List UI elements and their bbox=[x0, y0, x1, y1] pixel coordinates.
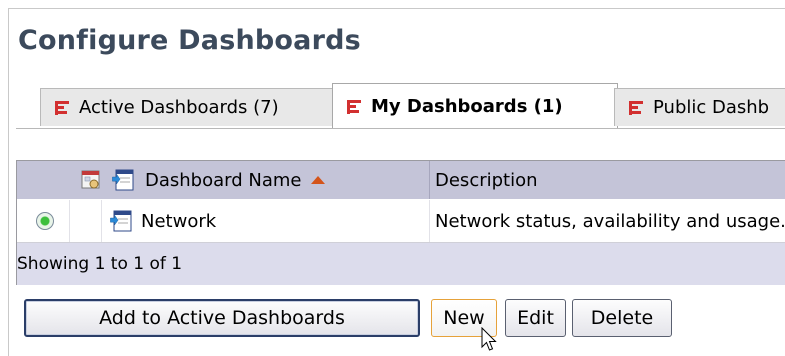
dashboard-tab-icon bbox=[347, 99, 361, 114]
dashboard-column-icon[interactable] bbox=[109, 161, 137, 199]
row-divider bbox=[69, 200, 70, 242]
grid-footer: Showing 1 to 1 of 1 bbox=[17, 243, 785, 285]
sort-ascending-icon bbox=[311, 176, 326, 184]
tab-label: Public Dashb bbox=[653, 97, 770, 118]
dashboard-tab-icon bbox=[55, 100, 69, 115]
tab-active-dashboards[interactable]: Active Dashboards (7) bbox=[40, 88, 340, 126]
tab-my-dashboards[interactable]: My Dashboards (1) bbox=[332, 83, 618, 129]
mouse-cursor-icon bbox=[481, 327, 497, 351]
tab-public-dashboards[interactable]: Public Dashb bbox=[614, 88, 785, 126]
column-label-name: Dashboard Name bbox=[145, 169, 302, 191]
share-column-icon[interactable] bbox=[79, 161, 103, 199]
column-label-description: Description bbox=[435, 169, 538, 191]
row-divider bbox=[429, 200, 430, 242]
tab-label: My Dashboards (1) bbox=[371, 96, 563, 117]
dashboards-grid: Dashboard Name Description Network Netwo… bbox=[16, 160, 785, 285]
header-separator bbox=[429, 161, 430, 199]
tab-baseline bbox=[16, 128, 785, 129]
row-divider bbox=[101, 200, 102, 242]
grid-header: Dashboard Name Description bbox=[17, 161, 785, 199]
delete-button[interactable]: Delete bbox=[572, 299, 672, 337]
edit-button[interactable]: Edit bbox=[505, 299, 566, 337]
tab-bar: Active Dashboards (7) My Dashboards (1) … bbox=[16, 78, 785, 130]
column-header-description[interactable]: Description bbox=[435, 161, 785, 199]
pagination-status: Showing 1 to 1 of 1 bbox=[17, 254, 183, 274]
table-row[interactable]: Network Network status, availability and… bbox=[17, 200, 785, 243]
row-description: Network status, availability and usage. bbox=[435, 210, 785, 232]
page-title: Configure Dashboards bbox=[18, 25, 361, 56]
radio-selected-icon bbox=[36, 212, 54, 230]
tab-label: Active Dashboards (7) bbox=[79, 97, 279, 118]
column-header-name[interactable]: Dashboard Name bbox=[145, 161, 435, 199]
row-dashboard-name[interactable]: Network bbox=[141, 200, 427, 242]
add-to-active-dashboards-button[interactable]: Add to Active Dashboards bbox=[24, 299, 420, 337]
dashboard-row-icon bbox=[109, 200, 139, 242]
dashboard-tab-icon bbox=[629, 100, 643, 115]
row-radio[interactable] bbox=[33, 200, 57, 242]
